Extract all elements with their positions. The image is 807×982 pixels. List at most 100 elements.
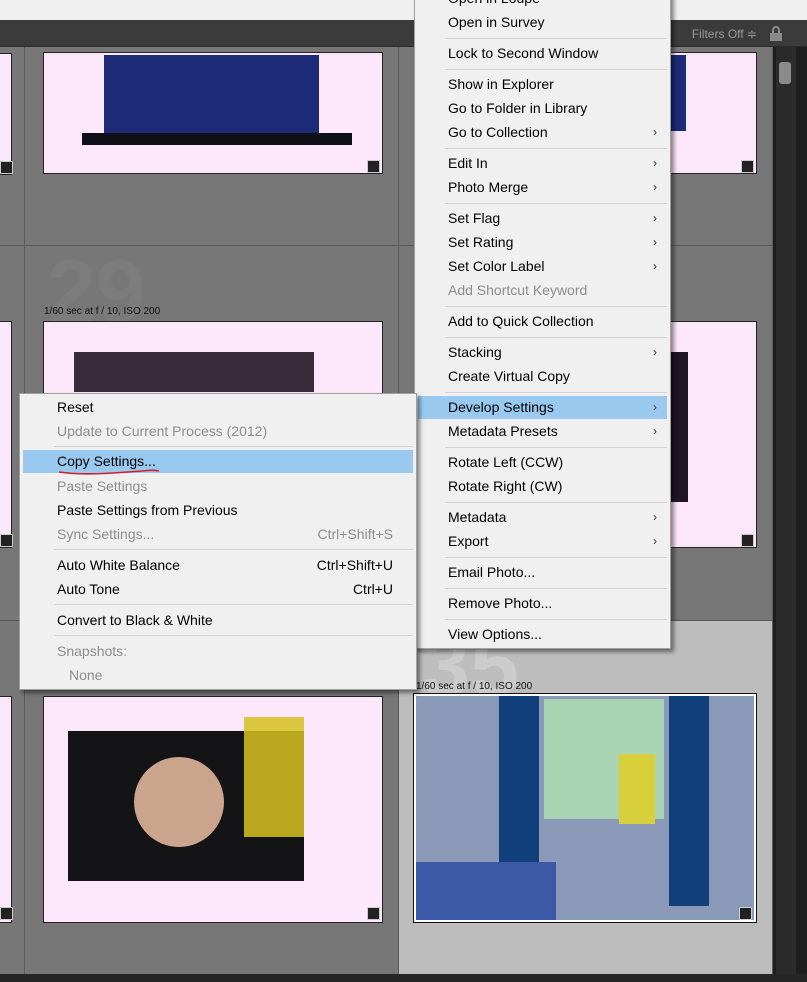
bottom-strip bbox=[0, 974, 807, 982]
menu-separator bbox=[445, 203, 667, 204]
menu-separator bbox=[445, 337, 667, 338]
top-band bbox=[0, 0, 807, 20]
edit-badge-icon bbox=[367, 907, 380, 920]
menu-item-open-in-loupe[interactable]: Open in Loupe bbox=[418, 0, 667, 10]
menu-item-photo-merge[interactable]: Photo Merge › bbox=[418, 176, 667, 199]
menu-separator bbox=[445, 588, 667, 589]
submenu-item-paste-from-previous[interactable]: Paste Settings from Previous bbox=[23, 499, 413, 522]
edit-badge-icon bbox=[741, 160, 754, 173]
grid-cell[interactable] bbox=[25, 47, 399, 246]
menu-item-lock-to-second-window[interactable]: Lock to Second Window bbox=[418, 42, 667, 65]
menu-item-rotate-right[interactable]: Rotate Right (CW) bbox=[418, 475, 667, 498]
photo-thumbnail[interactable] bbox=[413, 693, 757, 923]
photo-thumbnail[interactable] bbox=[0, 321, 12, 548]
photo-image bbox=[74, 352, 314, 392]
menu-item-remove-photo[interactable]: Remove Photo... bbox=[418, 592, 667, 615]
menu-item-show-in-explorer[interactable]: Show in Explorer bbox=[418, 73, 667, 96]
menu-separator bbox=[54, 549, 413, 550]
menu-separator bbox=[445, 502, 667, 503]
menu-separator bbox=[445, 447, 667, 448]
menu-item-edit-in[interactable]: Edit In › bbox=[418, 152, 667, 175]
photo-subject bbox=[244, 717, 304, 837]
menu-item-metadata[interactable]: Metadata › bbox=[418, 506, 667, 529]
menu-item-add-shortcut-keyword: Add Shortcut Keyword bbox=[448, 282, 588, 298]
submenu-arrow-icon: › bbox=[653, 259, 657, 273]
menu-item-create-virtual-copy[interactable]: Create Virtual Copy bbox=[418, 365, 667, 388]
submenu-arrow-icon: › bbox=[653, 345, 657, 359]
floor bbox=[416, 862, 556, 920]
submenu-arrow-icon: › bbox=[653, 125, 657, 139]
shortcut-label: Ctrl+Shift+S bbox=[317, 526, 393, 542]
submenu-item-paste-settings: Paste Settings bbox=[57, 478, 148, 494]
submenu-snapshots-heading: Snapshots: bbox=[57, 643, 128, 659]
menu-item-set-rating[interactable]: Set Rating › bbox=[418, 231, 667, 254]
film-border bbox=[82, 133, 352, 145]
menu-separator bbox=[445, 557, 667, 558]
menu-item-email-photo[interactable]: Email Photo... bbox=[418, 561, 667, 584]
menu-item-export[interactable]: Export › bbox=[418, 530, 667, 553]
filter-bar bbox=[0, 20, 807, 47]
menu-item-add-to-quick-collection[interactable]: Add to Quick Collection bbox=[418, 310, 667, 333]
photo-thumbnail[interactable] bbox=[0, 53, 12, 175]
edit-badge-icon bbox=[0, 534, 13, 547]
shortcut-label: Ctrl+U bbox=[352, 581, 393, 597]
edit-badge-icon bbox=[741, 534, 754, 547]
scrollbar-thumb[interactable] bbox=[779, 62, 791, 84]
menu-item-open-in-survey[interactable]: Open in Survey bbox=[418, 11, 667, 34]
develop-settings-submenu: Reset Update to Current Process (2012) C… bbox=[19, 393, 417, 690]
menu-separator bbox=[445, 69, 667, 70]
submenu-snapshot-none: None bbox=[69, 667, 103, 683]
menu-item-stacking[interactable]: Stacking › bbox=[418, 341, 667, 364]
library-toolbar: Filters Off ≑ bbox=[0, 0, 807, 47]
submenu-item-copy-settings[interactable]: Copy Settings... bbox=[23, 450, 413, 475]
submenu-arrow-icon: › bbox=[653, 235, 657, 249]
menu-item-go-to-folder[interactable]: Go to Folder in Library bbox=[418, 97, 667, 120]
photo-exif: 1/60 sec at f / 10, ISO 200 bbox=[416, 681, 533, 692]
submenu-arrow-icon: › bbox=[653, 510, 657, 524]
submenu-arrow-icon: › bbox=[653, 156, 657, 170]
photo-subject bbox=[619, 754, 655, 824]
submenu-arrow-icon: › bbox=[653, 424, 657, 438]
grid-cell-selected[interactable]: 35 1/60 sec at f / 10, ISO 200 bbox=[399, 621, 773, 975]
menu-separator bbox=[54, 604, 413, 605]
submenu-item-sync-settings: Sync Settings... Ctrl+Shift+S bbox=[23, 523, 413, 546]
photo-image bbox=[104, 55, 319, 133]
lock-icon[interactable] bbox=[769, 26, 783, 42]
edit-badge-icon bbox=[739, 907, 752, 920]
submenu-item-auto-tone[interactable]: Auto Tone Ctrl+U bbox=[23, 578, 413, 601]
curtain bbox=[669, 696, 709, 906]
photo-thumbnail[interactable] bbox=[0, 696, 12, 923]
photo-subject bbox=[134, 757, 224, 847]
menu-item-view-options[interactable]: View Options... bbox=[418, 623, 667, 646]
filters-dropdown[interactable]: Filters Off ≑ bbox=[692, 27, 757, 41]
menu-item-develop-settings[interactable]: Develop Settings › bbox=[418, 396, 667, 419]
photo-thumbnail[interactable] bbox=[659, 52, 757, 174]
photo-thumbnail[interactable] bbox=[43, 696, 383, 923]
menu-separator bbox=[445, 306, 667, 307]
submenu-item-convert-bw[interactable]: Convert to Black & White bbox=[23, 609, 413, 632]
submenu-item-update-process: Update to Current Process (2012) bbox=[57, 423, 268, 439]
photo-thumbnail[interactable] bbox=[659, 321, 757, 548]
edit-badge-icon bbox=[367, 160, 380, 173]
menu-item-set-color-label[interactable]: Set Color Label › bbox=[418, 255, 667, 278]
context-menu: Open in Loupe Open in Survey Lock to Sec… bbox=[414, 0, 671, 649]
menu-separator bbox=[445, 392, 667, 393]
shortcut-label: Ctrl+Shift+U bbox=[316, 557, 393, 573]
submenu-arrow-icon: › bbox=[653, 534, 657, 548]
menu-separator bbox=[54, 635, 413, 636]
edit-badge-icon bbox=[0, 161, 13, 174]
photo-thumbnail[interactable] bbox=[43, 52, 383, 174]
submenu-item-auto-white-balance[interactable]: Auto White Balance Ctrl+Shift+U bbox=[23, 554, 413, 577]
submenu-arrow-icon: › bbox=[653, 211, 657, 225]
submenu-arrow-icon: › bbox=[653, 180, 657, 194]
menu-item-metadata-presets[interactable]: Metadata Presets › bbox=[418, 420, 667, 443]
submenu-item-reset[interactable]: Reset bbox=[23, 396, 413, 419]
photo-exif: 1/60 sec at f / 10, ISO 200 bbox=[44, 306, 161, 317]
menu-separator bbox=[445, 619, 667, 620]
grid-cell[interactable] bbox=[0, 47, 25, 246]
menu-separator bbox=[445, 148, 667, 149]
menu-item-rotate-left[interactable]: Rotate Left (CCW) bbox=[418, 451, 667, 474]
menu-item-go-to-collection[interactable]: Go to Collection › bbox=[418, 121, 667, 144]
scrollbar[interactable] bbox=[776, 47, 796, 974]
menu-item-set-flag[interactable]: Set Flag › bbox=[418, 207, 667, 230]
